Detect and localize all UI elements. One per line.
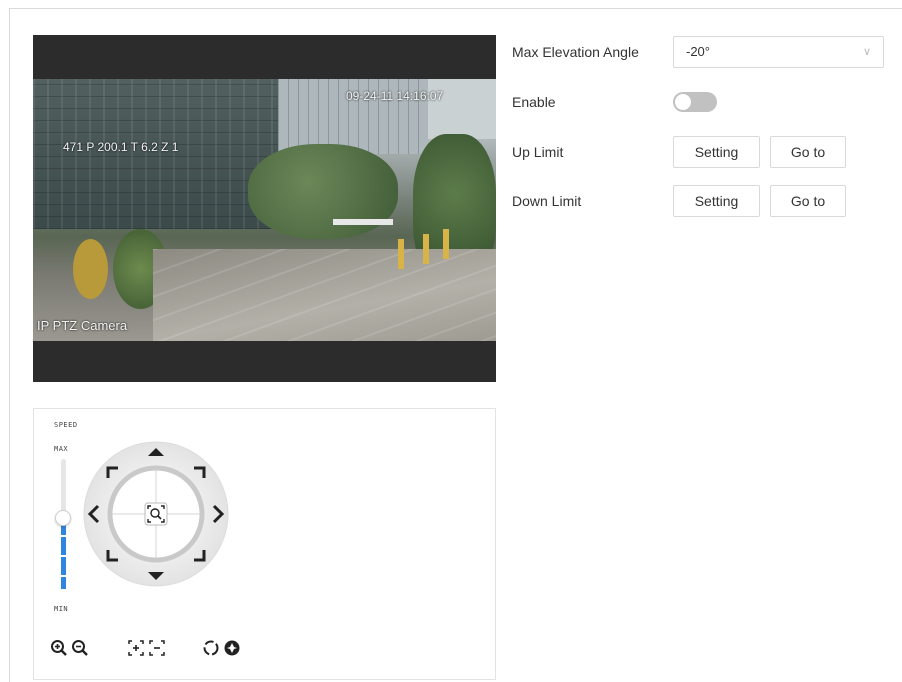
osd-datetime: 09-24-11 14:16:07: [346, 89, 444, 103]
up-limit-setting-button[interactable]: Setting: [673, 136, 760, 168]
enable-label: Enable: [512, 94, 556, 110]
focus-far-icon[interactable]: [148, 639, 166, 657]
enable-toggle-knob: [675, 94, 691, 110]
down-limit-label: Down Limit: [512, 193, 582, 209]
speed-max-label: MAX: [54, 445, 69, 453]
up-limit-goto-button[interactable]: Go to: [770, 136, 846, 168]
down-limit-goto-button[interactable]: Go to: [770, 185, 846, 217]
iris-open-icon[interactable]: [202, 639, 220, 657]
max-elevation-value: -20°: [686, 44, 710, 59]
chevron-down-icon: ∨: [862, 46, 871, 58]
speed-slider-fill: [61, 517, 66, 589]
osd-ptz-position: 471 P 200.1 T 6.2 Z 1: [63, 140, 179, 154]
iris-close-icon[interactable]: [223, 639, 241, 657]
ptz-control-panel: SPEED MAX MIN: [33, 408, 496, 680]
focus-near-icon[interactable]: [127, 639, 145, 657]
max-elevation-label: Max Elevation Angle: [512, 44, 639, 60]
camera-scene: 09-24-11 14:16:07 471 P 200.1 T 6.2 Z 1 …: [33, 79, 496, 341]
max-elevation-select[interactable]: -20° ∨: [673, 36, 884, 68]
frame-left-border: [9, 8, 10, 682]
speed-label: SPEED: [54, 421, 78, 429]
speed-min-label: MIN: [54, 605, 69, 613]
up-limit-label: Up Limit: [512, 144, 564, 160]
zoom-in-icon[interactable]: [50, 639, 68, 657]
center-locate-icon[interactable]: [144, 502, 168, 526]
ptz-direction-pad: [83, 441, 229, 587]
video-preview[interactable]: 09-24-11 14:16:07 471 P 200.1 T 6.2 Z 1 …: [33, 35, 496, 382]
enable-toggle[interactable]: [673, 92, 717, 112]
frame-top-border: [9, 8, 902, 9]
zoom-out-icon[interactable]: [71, 639, 89, 657]
speed-slider-handle[interactable]: [55, 510, 71, 526]
osd-camera-name: IP PTZ Camera: [37, 318, 128, 333]
down-limit-setting-button[interactable]: Setting: [673, 185, 760, 217]
